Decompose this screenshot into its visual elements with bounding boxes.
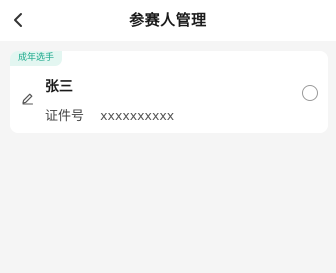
participant-card[interactable]: 成年选手 张三 证件号 xxxxxxxxxx [10,51,328,133]
id-label: 证件号 [45,109,85,124]
page-title: 参赛人管理 [129,11,207,29]
participant-type-badge: 成年选手 [10,51,63,66]
select-participant-radio[interactable] [302,85,318,101]
participant-name: 张三 [45,79,73,95]
id-row: 证件号 xxxxxxxxxx [45,105,174,124]
pencil-icon [21,93,33,105]
top-nav-bar: 参赛人管理 [0,0,336,41]
id-value: xxxxxxxxxx [100,108,175,123]
edit-participant-button[interactable] [20,91,34,105]
